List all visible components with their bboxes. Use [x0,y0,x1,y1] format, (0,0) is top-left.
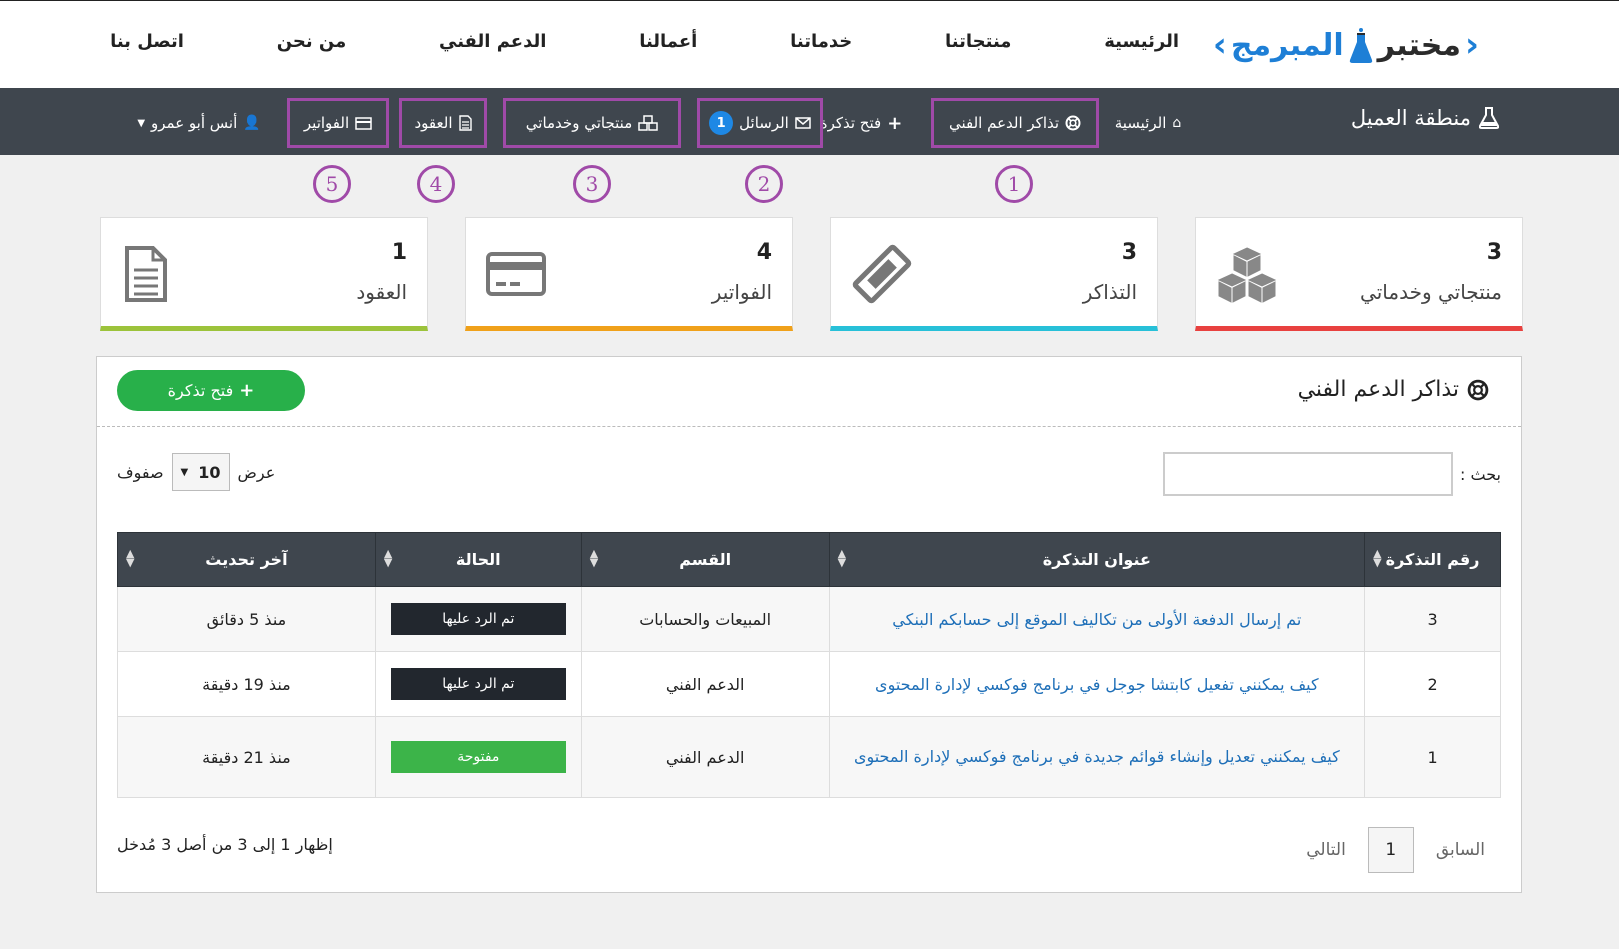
cubes-icon [1217,247,1277,303]
credit-card-icon [355,116,372,130]
col-header-subject[interactable]: عنوان التذكرة ▲ ▼ [828,532,1366,587]
plus-icon: + [239,380,255,401]
table-row[interactable]: 1 كيف يمكنني تعديل وإنشاء قوائم جديدة في… [117,716,1501,798]
ticket-dept: المبيعات والحسابات [580,586,830,652]
pagination-prev[interactable]: السابق [1436,840,1485,860]
ticket-id: 1 [1364,716,1501,798]
flask-icon [1479,107,1499,129]
client-area-title[interactable]: منطقة العميل [1351,106,1499,130]
client-nav-products[interactable]: منتجاتي وخدماتي [503,98,681,148]
sort-icon: ▲ ▼ [126,547,135,569]
search-input[interactable] [1163,452,1453,496]
tickets-panel: تذاكر الدعم الفني + فتح تذكرة بحث : عرض … [96,356,1522,893]
step-marker-3: 3 [573,165,611,203]
site-header: ‹ المبرمج مختبر › الرئيسية منتجاتنا خدما… [0,0,1619,88]
ticket-id: 3 [1364,586,1501,652]
user-menu[interactable]: 👤 أنس أبو عمرو ▼ [129,98,269,148]
nav-contact[interactable]: اتصل بنا [110,31,184,52]
nav-services[interactable]: خدماتنا [790,31,852,52]
pagination-page-1[interactable]: 1 [1367,827,1414,873]
document-icon [125,246,167,302]
table-row[interactable]: 2 كيف يمكنني تفعيل كابتشا جوجل في برنامج… [117,651,1501,717]
step-marker-1: 1 [995,165,1033,203]
logo-suffix: المبرمج [1230,27,1344,63]
sort-icon: ▲ ▼ [383,547,393,569]
flask-icon [1349,28,1372,63]
table-header-row: رقم التذكرة ▲ ▼ عنوان التذكرة ▲ ▼ القسم ▲ ▼ ال… [117,532,1501,587]
ticket-updated: منذ 5 دقائق [117,586,376,652]
status-badge: تم الرد عليها [390,603,566,635]
site-logo[interactable]: ‹ المبرمج مختبر › [1213,17,1479,73]
nav-support[interactable]: الدعم الفني [439,31,546,52]
home-icon: ⌂ [1172,115,1182,131]
table-row[interactable]: 3 تم إرسال الدفعة الأولى من تكاليف الموق… [117,586,1501,652]
messages-badge: 1 [709,111,734,135]
envelope-icon [795,117,811,129]
panel-title: تذاكر الدعم الفني [1298,377,1489,402]
card-invoices[interactable]: 4 الفواتير [465,217,793,331]
page-length-select[interactable]: ▼ 10 [171,453,230,491]
sort-icon: ▲ ▼ [589,547,599,569]
lifebuoy-icon [1467,379,1489,400]
status-badge: تم الرد عليها [390,668,566,700]
card-contracts[interactable]: 1 العقود [100,217,428,331]
tickets-table: رقم التذكرة ▲ ▼ عنوان التذكرة ▲ ▼ القسم ▲ ▼ ال… [117,532,1501,798]
user-icon: 👤 [243,115,261,131]
card-products[interactable]: 3 منتجاتي وخدماتي [1195,217,1523,331]
ticket-updated: منذ 21 دقيقة [117,716,376,798]
logo-prefix: مختبر [1377,27,1461,63]
pagination: السابق 1 التالي [1306,827,1485,873]
open-ticket-button[interactable]: + فتح تذكرة [117,370,305,411]
search-label: بحث : [1460,465,1501,484]
ticket-subject-link[interactable]: تم إرسال الدفعة الأولى من تكاليف الموقع … [892,610,1301,629]
step-marker-5: 5 [313,165,351,203]
client-nav-contracts[interactable]: العقود [399,98,487,148]
chevron-right-icon: › [1464,25,1479,65]
pagination-next[interactable]: التالي [1306,840,1346,860]
ticket-id: 2 [1364,651,1501,717]
ticket-subject-link[interactable]: كيف يمكنني تعديل وإنشاء قوائم جديدة في ب… [854,747,1340,766]
cubes-icon [638,115,658,131]
table-info: إظهار 1 إلى 3 من أصل 3 مُدخل [117,835,333,854]
ticket-icon [852,244,912,304]
ticket-subject-link[interactable]: كيف يمكنني تفعيل كابتشا جوجل في برنامج ف… [875,675,1319,694]
step-marker-2: 2 [745,165,783,203]
sort-icon: ▲ ▼ [837,547,847,569]
step-marker-4: 4 [417,165,455,203]
client-nav-invoices[interactable]: الفواتير [287,98,389,148]
ticket-dept: الدعم الفني [580,651,830,717]
client-nav-tickets[interactable]: تذاكر الدعم الفني [931,98,1099,148]
lifebuoy-icon [1065,115,1081,131]
col-header-updated[interactable]: آخر تحديث ▲ ▼ [117,532,376,587]
chevron-left-icon: ‹ [1212,25,1227,65]
nav-about[interactable]: من نحن [277,31,347,52]
nav-works[interactable]: أعمالنا [639,31,697,52]
status-badge: مفتوحة [390,741,566,773]
site-nav: الرئيسية منتجاتنا خدماتنا أعمالنا الدعم … [110,31,1179,52]
nav-home[interactable]: الرئيسية [1104,31,1179,52]
select-caret-icon: ▼ [180,466,189,478]
col-header-id[interactable]: رقم التذكرة ▲ ▼ [1364,532,1501,587]
credit-card-icon [486,252,546,296]
document-icon [458,115,472,131]
client-nav-home[interactable]: ⌂ الرئيسية [1095,98,1201,148]
ticket-dept: الدعم الفني [580,716,830,798]
card-tickets[interactable]: 3 التذاكر [830,217,1158,331]
nav-products[interactable]: منتجاتنا [945,31,1011,52]
col-header-status[interactable]: الحالة ▲ ▼ [374,532,582,587]
sort-icon: ▲ ▼ [1373,547,1382,569]
caret-down-icon: ▼ [137,117,146,129]
panel-header: تذاكر الدعم الفني + فتح تذكرة [97,357,1521,427]
client-nav-messages[interactable]: الرسائل 1 [697,98,823,148]
plus-icon: + [887,112,903,134]
page-length-control: عرض ▼ 10 صفوف [117,453,275,491]
col-header-dept[interactable]: القسم ▲ ▼ [580,532,830,587]
ticket-updated: منذ 19 دقيقة [117,651,376,717]
client-bar: منطقة العميل ⌂ الرئيسية تذاكر الدعم الفن… [0,88,1619,155]
